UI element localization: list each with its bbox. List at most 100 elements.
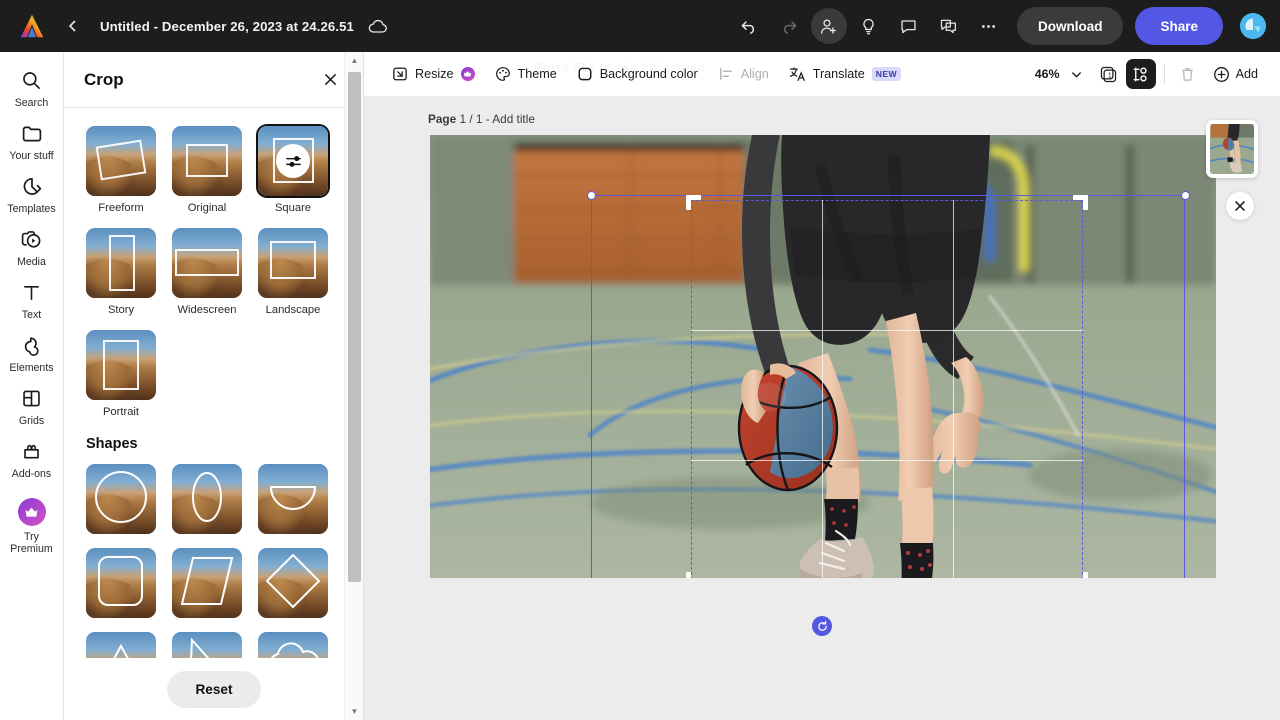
layers-button[interactable]: [1126, 59, 1156, 89]
download-button[interactable]: Download: [1017, 7, 1124, 45]
rounded-square-shape-icon: [86, 548, 156, 618]
page-thumbnail-image: [1210, 124, 1254, 174]
rotate-button[interactable]: [812, 616, 832, 636]
grids-icon: [21, 386, 42, 410]
shape-thumb-circle: [86, 464, 156, 534]
document-title[interactable]: Untitled - December 26, 2023 at 24.26.51: [100, 19, 354, 34]
preset-thumb-landscape: [258, 228, 328, 298]
background-color-button[interactable]: Background color: [567, 60, 708, 88]
scroll-up-arrow[interactable]: ▲: [345, 52, 364, 69]
more-options-icon: [979, 17, 998, 36]
crop-preset-landscape[interactable]: Landscape: [258, 228, 328, 316]
image-basketball-player[interactable]: [430, 135, 1216, 578]
crop-corner-bottom-left[interactable]: [686, 572, 701, 578]
reset-button[interactable]: Reset: [167, 671, 260, 708]
addons-icon: [21, 439, 42, 463]
sidebar-item-text[interactable]: Text: [0, 272, 64, 325]
avatar[interactable]: [1240, 13, 1266, 39]
crop-preset-portrait[interactable]: Portrait: [86, 330, 156, 418]
close-panel-button[interactable]: [317, 67, 343, 93]
crop-shape-rounded-square[interactable]: [86, 548, 156, 618]
trash-icon: [1179, 66, 1196, 83]
sidebar-item-templates[interactable]: Templates: [0, 166, 64, 219]
invite-button[interactable]: [811, 8, 847, 44]
sidebar-item-grids[interactable]: Grids: [0, 378, 64, 431]
add-label: Add: [1236, 67, 1258, 81]
back-button[interactable]: [60, 13, 86, 39]
page-thumbnail-card[interactable]: [1206, 120, 1258, 178]
ideas-button[interactable]: [851, 8, 887, 44]
panel-title: Crop: [84, 70, 124, 90]
undo-icon: [740, 17, 758, 35]
crop-corner-bottom-right[interactable]: [1073, 572, 1088, 578]
crop-preset-label: Landscape: [258, 304, 328, 316]
page-count-icon: 1: [1099, 65, 1118, 84]
elements-icon: [21, 333, 43, 357]
sidebar-item-your-stuff[interactable]: Your stuff: [0, 113, 64, 166]
preset-thumb-portrait: [86, 330, 156, 400]
crop-preset-square[interactable]: Square: [258, 126, 328, 214]
crop-preset-label: Freeform: [86, 202, 156, 214]
resize-button[interactable]: Resize: [382, 60, 485, 88]
scrollbar-thumb[interactable]: [348, 72, 361, 582]
crop-shape-diamond[interactable]: [258, 548, 328, 618]
diamond-shape-icon: [258, 548, 328, 618]
page-count-button[interactable]: 1: [1094, 59, 1124, 89]
panel-scrollbar[interactable]: ▲ ▼: [344, 52, 363, 720]
crop-preset-label: Square: [258, 202, 328, 214]
theme-button[interactable]: Theme: [485, 60, 567, 88]
background-color-icon: [577, 66, 593, 82]
comment-icon: [899, 17, 918, 36]
more-options-button[interactable]: [971, 8, 1007, 44]
tilted-rect-overlay: [96, 140, 147, 181]
add-person-icon: [819, 17, 838, 36]
undo-button[interactable]: [731, 8, 767, 44]
sidebar-item-media[interactable]: Media: [0, 219, 64, 272]
sidebar-item-search[interactable]: Search: [0, 60, 64, 113]
redo-button[interactable]: [771, 8, 807, 44]
crop-preset-widescreen[interactable]: Widescreen: [172, 228, 242, 316]
crop-shape-parallelogram[interactable]: [172, 548, 242, 618]
background-color-label: Background color: [600, 67, 698, 81]
crop-preset-freeform[interactable]: Freeform: [86, 126, 156, 214]
layers-icon: [1131, 65, 1150, 84]
crop-adjust-icon[interactable]: [276, 144, 310, 178]
rect-overlay: [186, 144, 228, 177]
share-button[interactable]: Share: [1135, 7, 1223, 45]
close-preview-button[interactable]: [1226, 192, 1254, 220]
crop-knob-top-left[interactable]: [587, 191, 596, 200]
crop-shape-half-circle[interactable]: [258, 464, 328, 534]
scroll-down-arrow[interactable]: ▼: [345, 703, 364, 720]
shape-thumb-ellipse: [172, 464, 242, 534]
zoom-dropdown-button[interactable]: [1062, 59, 1092, 89]
crop-preset-story[interactable]: Story: [86, 228, 156, 316]
preset-thumb-original: [172, 126, 242, 196]
crop-shape-circle[interactable]: [86, 464, 156, 534]
delete-button[interactable]: [1173, 59, 1203, 89]
premium-label-line2: Premium: [10, 543, 52, 555]
crop-shape-ellipse[interactable]: [172, 464, 242, 534]
sidebar-item-elements[interactable]: Elements: [0, 325, 64, 378]
sidebar-item-addons[interactable]: Add-ons: [0, 431, 64, 484]
crop-preset-original[interactable]: Original: [172, 126, 242, 214]
crop-knob-top-right[interactable]: [1181, 191, 1190, 200]
palette-icon: [495, 66, 511, 82]
add-page-button[interactable]: Add: [1205, 60, 1266, 89]
crop-corner-top-right[interactable]: [1073, 195, 1088, 210]
translate-button[interactable]: Translate NEW: [779, 60, 911, 88]
adobe-express-logo[interactable]: [0, 13, 64, 39]
shape-thumb-rounded-square: [86, 548, 156, 618]
comment-button[interactable]: [891, 8, 927, 44]
page-label[interactable]: Page 1 / 1 - Add title: [428, 112, 535, 126]
zoom-level[interactable]: 46%: [1035, 67, 1060, 81]
artboard[interactable]: [430, 135, 1216, 578]
crown-icon: [18, 498, 46, 526]
sidebar-item-try-premium[interactable]: Try Premium: [0, 490, 64, 559]
text-icon: [21, 280, 42, 304]
canvas-area: Press F11 to exit full screen Resize The…: [364, 52, 1280, 720]
duplicate-button[interactable]: [931, 8, 967, 44]
rotate-icon: [816, 620, 829, 633]
crop-corner-top-left[interactable]: [686, 195, 701, 210]
canvas-toolbar: Press F11 to exit full screen Resize The…: [364, 52, 1280, 97]
align-button: Align: [708, 60, 779, 88]
